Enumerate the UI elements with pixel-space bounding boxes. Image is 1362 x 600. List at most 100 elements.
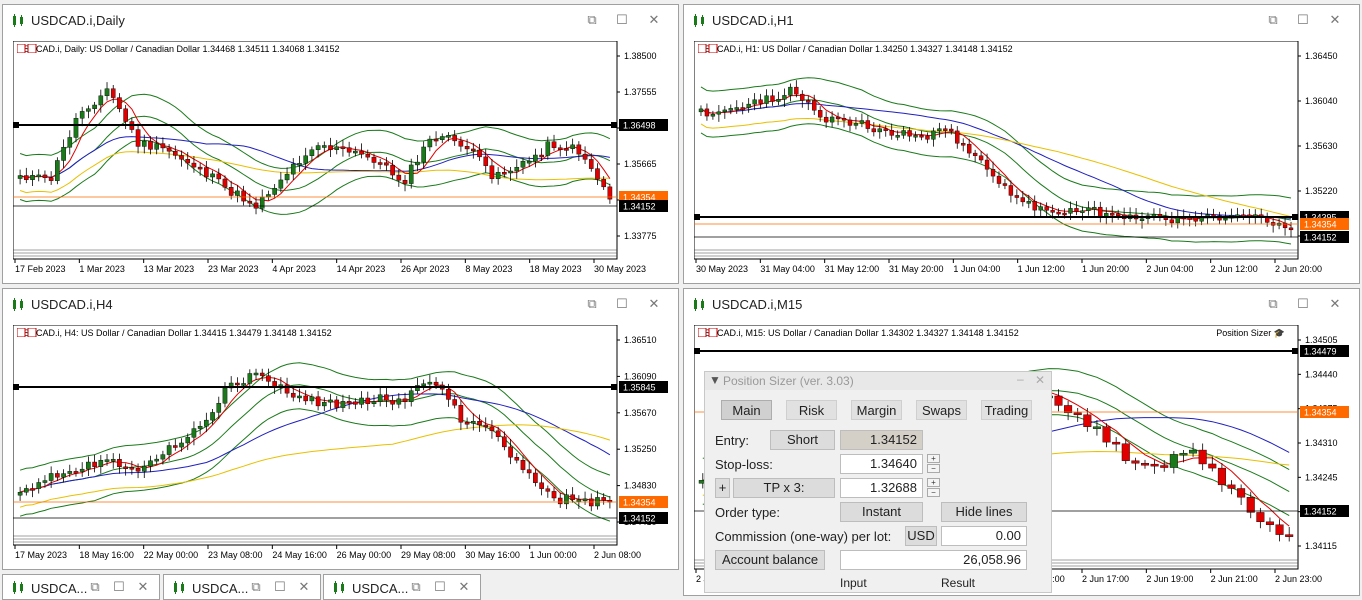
maximize-icon[interactable]: ☐ [612, 11, 632, 29]
candle-body [24, 175, 29, 180]
maximize-icon[interactable]: ☐ [430, 578, 450, 596]
candle-body [73, 471, 79, 474]
candle-body [129, 467, 135, 470]
plot-frame [13, 41, 618, 260]
candle-body [396, 174, 402, 181]
chart-window-m15[interactable]: USDCAD.i,M15 ⧉ ☐ ✕ 1.345051.344401.34375… [683, 288, 1360, 596]
maximize-icon[interactable]: ☐ [1293, 295, 1313, 313]
close-icon[interactable]: ✕ [1035, 373, 1045, 387]
restore-icon[interactable]: ⧉ [582, 11, 602, 29]
candle-body [73, 118, 79, 138]
minimized-window[interactable]: USDCA... ⧉ ☐ ✕ [163, 574, 321, 600]
candle-body [877, 128, 882, 133]
window-titlebar[interactable]: USDCAD.i,Daily ⧉ ☐ ✕ [3, 5, 678, 35]
chart-window-h4[interactable]: USDCAD.i,H4 ⧉ ☐ ✕ 1.36510 1.36090 1.35670 1… [2, 288, 679, 570]
candle-body [1026, 201, 1031, 204]
add-tp-button[interactable]: + [715, 478, 730, 498]
restore-icon[interactable]: ⧉ [582, 295, 602, 313]
minimized-window[interactable]: USDCA... ⧉ ☐ ✕ [323, 574, 481, 600]
maximize-icon[interactable]: ☐ [109, 578, 129, 596]
chart-window-h1[interactable]: USDCAD.i,H1 ⧉ ☐ ✕ 1.36450 1.36040 1.35630 1… [683, 4, 1360, 284]
candle-body [1008, 185, 1014, 196]
order-type-button[interactable]: Instant [840, 502, 923, 522]
stop-loss-down-button[interactable]: − [927, 464, 940, 473]
price-chart[interactable]: 1.385001.375551.366101.356651.347201.337… [13, 41, 672, 277]
tab-main[interactable]: Main [721, 400, 772, 420]
window-titlebar[interactable]: USDCAD.i,H1 ⧉ ☐ ✕ [684, 5, 1359, 35]
candle-body [104, 459, 110, 462]
minimize-icon[interactable]: – [1017, 372, 1024, 386]
minimized-window[interactable]: USDCA... ⧉ ☐ ✕ [2, 574, 160, 600]
close-icon[interactable]: ✕ [1325, 295, 1345, 313]
close-icon[interactable]: ✕ [644, 295, 664, 313]
maximize-icon[interactable]: ☐ [1293, 11, 1313, 29]
chart-canvas[interactable]: 1.385001.375551.366101.356651.347201.337… [13, 41, 674, 279]
x-tick-label: 30 May 16:00 [465, 550, 520, 560]
candle-body [315, 396, 321, 407]
candle-body [458, 405, 464, 423]
take-profit-button[interactable]: TP x 3: [733, 478, 835, 498]
symbol-icons [17, 44, 37, 53]
position-sizer-panel[interactable]: ▼ Position Sizer (ver. 3.03) – ✕ Main Ri… [704, 371, 1052, 593]
account-balance-button[interactable]: Account balance [715, 550, 825, 570]
commission-field[interactable]: 0.00 [941, 526, 1027, 546]
candle-body [526, 160, 532, 164]
entry-label: Entry: [715, 433, 749, 448]
x-tick-label: 2 Jun 12:00 [1211, 264, 1258, 274]
candle-body [446, 135, 451, 138]
tab-risk[interactable]: Risk [786, 400, 837, 420]
price-chart[interactable]: 1.365101.360901.356701.352501.348301.344… [13, 325, 672, 563]
candle-body [477, 149, 482, 158]
chart-canvas[interactable]: 1.364501.360401.356301.352201.348101.343… [694, 41, 1355, 279]
candle-body [883, 128, 888, 131]
close-icon[interactable]: ✕ [454, 578, 474, 596]
commission-currency-button[interactable]: USD [905, 526, 937, 546]
candle-body [390, 164, 395, 176]
restore-icon[interactable]: ⧉ [246, 578, 266, 596]
price-chart[interactable]: 1.345051.344401.343751.343101.342451.341… [694, 325, 1353, 593]
stop-loss-up-button[interactable]: + [927, 454, 940, 463]
take-profit-down-button[interactable]: − [927, 488, 940, 497]
restore-icon[interactable]: ⧉ [85, 578, 105, 596]
moving-average-blue-line [700, 102, 1292, 219]
bollinger-mid-line [19, 384, 611, 498]
window-titlebar[interactable]: USDCAD.i,H4 ⧉ ☐ ✕ [3, 289, 678, 319]
candle-body [30, 175, 35, 180]
tab-swaps[interactable]: Swaps [916, 400, 967, 420]
chart-canvas[interactable]: 1.365101.360901.356701.352501.348301.344… [13, 325, 674, 565]
restore-icon[interactable]: ⧉ [1263, 295, 1283, 313]
maximize-icon[interactable]: ☐ [612, 295, 632, 313]
window-titlebar[interactable]: USDCAD.i,M15 ⧉ ☐ ✕ [684, 289, 1359, 319]
symbol-icons [698, 328, 718, 337]
order-type-label: Order type: [715, 505, 781, 520]
entry-price-field[interactable]: 1.34152 [840, 430, 923, 450]
take-profit-field[interactable]: 1.32688 [840, 478, 923, 498]
y-tick-label: 1.33775 [624, 231, 657, 241]
entry-direction-button[interactable]: Short [770, 430, 835, 450]
close-icon[interactable]: ✕ [133, 578, 153, 596]
tab-trading[interactable]: Trading [981, 400, 1032, 420]
restore-icon[interactable]: ⧉ [1263, 11, 1283, 29]
candle-body [415, 161, 420, 166]
candle-body [284, 173, 290, 181]
position-sizer-badge[interactable]: Position Sizer 🎓 [1216, 328, 1285, 339]
candle-body [734, 107, 739, 110]
candle-body [55, 160, 60, 181]
hide-lines-button[interactable]: Hide lines [941, 502, 1027, 522]
chart-window-daily[interactable]: USDCAD.i,Daily ⧉ ☐ ✕ 1.385001.375551.366… [2, 4, 679, 284]
price-chart[interactable]: 1.364501.360401.356301.352201.348101.343… [694, 41, 1353, 277]
candle-body [427, 138, 433, 148]
close-icon[interactable]: ✕ [1325, 11, 1345, 29]
stop-loss-field[interactable]: 1.34640 [840, 454, 923, 474]
maximize-icon[interactable]: ☐ [270, 578, 290, 596]
candle-body [123, 108, 128, 122]
candle-body [36, 174, 42, 178]
restore-icon[interactable]: ⧉ [406, 578, 426, 596]
tab-margin[interactable]: Margin [851, 400, 902, 420]
take-profit-up-button[interactable]: + [927, 478, 940, 487]
collapse-arrow-icon[interactable]: ▼ [709, 373, 721, 387]
account-balance-field[interactable]: 26,058.96 [840, 550, 1027, 570]
panel-titlebar[interactable]: ▼ Position Sizer (ver. 3.03) – ✕ [705, 372, 1051, 390]
close-icon[interactable]: ✕ [644, 11, 664, 29]
close-icon[interactable]: ✕ [294, 578, 314, 596]
